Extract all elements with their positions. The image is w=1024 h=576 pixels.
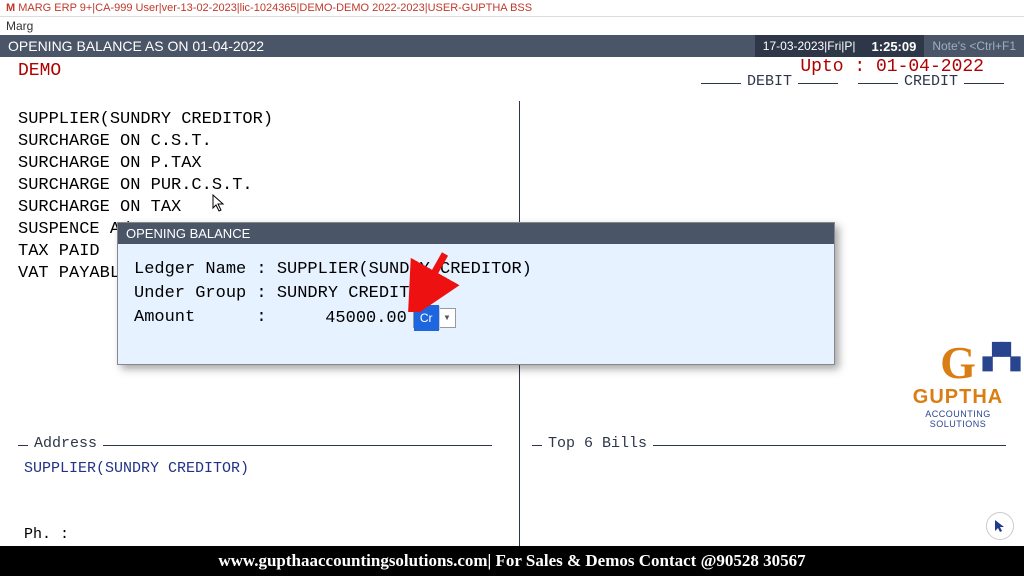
upto-label: Upto : (800, 57, 865, 77)
opening-balance-dialog: OPENING BALANCE Ledger Name : SUPPLIER(S… (117, 222, 835, 365)
crdr-select[interactable]: Cr ▾ (413, 308, 456, 328)
ledger-name-label: Ledger Name (134, 258, 246, 282)
credit-col-head: CREDIT (858, 83, 1004, 101)
address-panel-label: Address (28, 435, 103, 452)
window-title: MARG ERP 9+|CA-999 User|ver-13-02-2023|l… (18, 2, 532, 14)
dialog-title: OPENING BALANCE (118, 223, 834, 244)
address-ph-label: Ph. : (24, 526, 69, 543)
upto-value: 01-04-2022 (876, 57, 984, 77)
cursor-badge-icon (986, 512, 1014, 540)
ledger-name-value: SUPPLIER(SUNDRY CREDITOR) (277, 258, 532, 282)
menu-marg[interactable]: Marg (6, 19, 33, 33)
chevron-down-icon[interactable]: ▾ (439, 306, 455, 330)
amount-label: Amount (134, 306, 195, 330)
menu-bar[interactable]: Marg (0, 17, 1024, 35)
crdr-value: Cr (414, 305, 439, 331)
brand-name: GUPTHA (898, 386, 1018, 409)
footer-mid: | For Sales & Demos Contact @ (488, 551, 717, 571)
under-group-value: SUNDRY CREDITORS (277, 282, 440, 306)
window-title-bar: M MARG ERP 9+|CA-999 User|ver-13-02-2023… (0, 0, 1024, 17)
address-line1: SUPPLIER(SUNDRY CREDITOR) (24, 458, 486, 480)
footer-banner: www.gupthaaccountingsolutions.com | For … (0, 546, 1024, 576)
header-date: 17-03-2023|Fri|P| (755, 35, 864, 57)
screen-title: OPENING BALANCE AS ON 01-04-2022 (0, 38, 755, 54)
amount-input[interactable] (277, 309, 407, 328)
bars-icon: ▞▚ (983, 346, 1020, 370)
header-notes-hint: Note's <Ctrl+F1 (924, 35, 1024, 57)
list-item[interactable]: SURCHARGE ON PUR.C.S.T. (18, 175, 273, 197)
footer-phone: 90528 30567 (716, 551, 805, 571)
list-item[interactable]: SURCHARGE ON TAX (18, 197, 273, 219)
top-bills-label: Top 6 Bills (542, 435, 653, 452)
header-time: 1:25:09 (864, 35, 925, 57)
list-item[interactable]: SUPPLIER(SUNDRY CREDITOR) (18, 109, 273, 131)
brand-logo: G▞▚ GUPTHA ACCOUNTING SOLUTIONS (898, 340, 1018, 429)
list-item[interactable]: SURCHARGE ON P.TAX (18, 153, 273, 175)
brand-subtitle: ACCOUNTING SOLUTIONS (898, 409, 1018, 429)
footer-site: www.gupthaaccountingsolutions.com (218, 551, 487, 571)
list-item[interactable]: SURCHARGE ON C.S.T. (18, 131, 273, 153)
debit-credit-header: DEBIT CREDIT (681, 83, 1004, 101)
app-icon: M (6, 2, 15, 14)
under-group-label: Under Group (134, 282, 246, 306)
screen-header: OPENING BALANCE AS ON 01-04-2022 17-03-2… (0, 35, 1024, 57)
upto-row: Upto : 01-04-2022 (800, 57, 984, 77)
debit-col-head: DEBIT (701, 83, 838, 101)
